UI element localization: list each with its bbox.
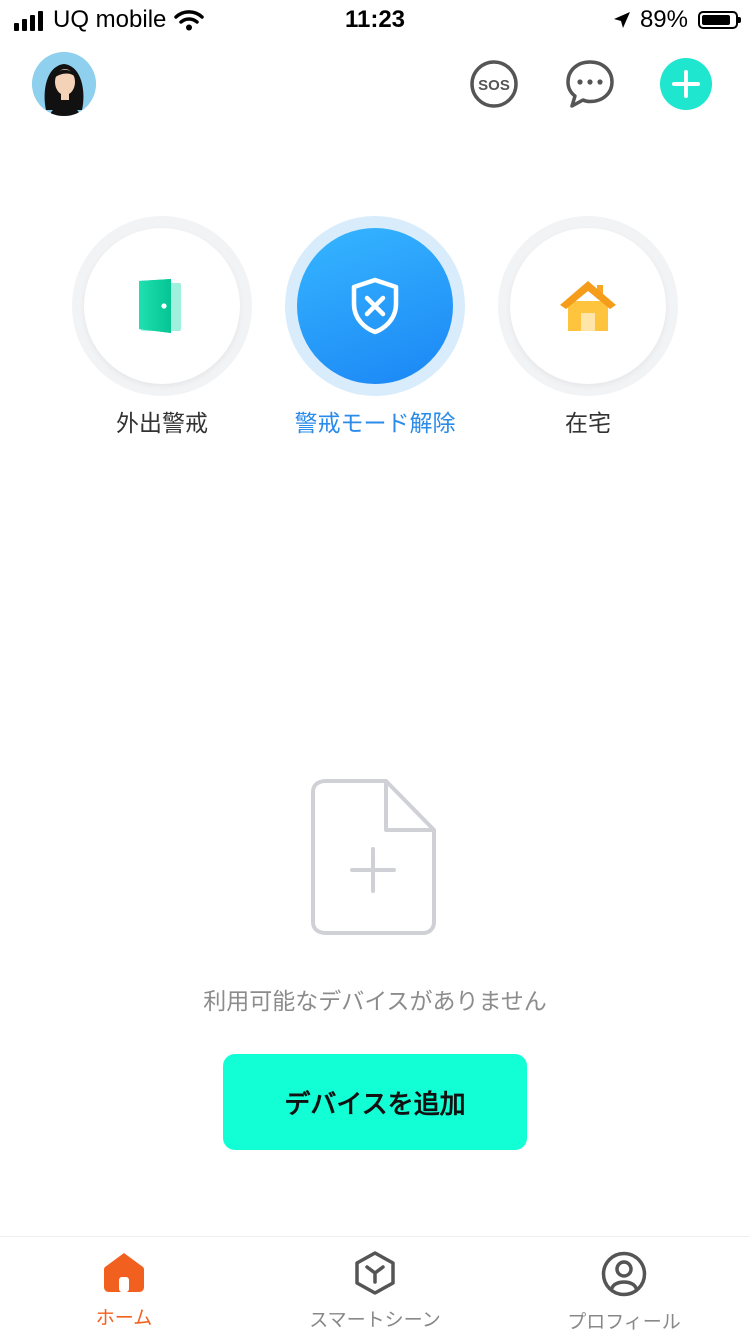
profile-icon — [601, 1251, 647, 1297]
sos-text: SOS — [478, 77, 510, 94]
mode-disarm-label: 警戒モード解除 — [294, 411, 456, 437]
sos-button[interactable]: SOS — [468, 58, 520, 110]
empty-state-illustration — [308, 778, 438, 942]
add-button[interactable] — [660, 58, 712, 110]
empty-state-message: 利用可能なデバイスがありません — [203, 989, 547, 1015]
chat-bubble-icon — [566, 60, 614, 108]
location-arrow-icon — [613, 12, 630, 28]
mode-home-ring — [498, 216, 678, 396]
mode-home-label: 在宅 — [565, 411, 611, 437]
add-device-button[interactable]: デバイスを追加 — [223, 1054, 527, 1150]
shield-x-icon — [351, 277, 399, 335]
messages-button[interactable] — [564, 58, 616, 110]
tab-profile[interactable]: プロフィール — [534, 1251, 714, 1334]
status-bar: UQ mobile 11:23 89% — [0, 0, 750, 40]
add-file-icon — [311, 779, 436, 935]
tab-profile-label: プロフィール — [567, 1311, 681, 1333]
tab-smart-scene[interactable]: スマートシーン — [285, 1251, 465, 1332]
mode-away-label: 外出警戒 — [116, 411, 208, 437]
plus-icon — [672, 70, 700, 98]
house-icon — [560, 281, 616, 331]
home-icon — [104, 1253, 144, 1292]
battery-icon — [698, 11, 741, 29]
mode-home[interactable]: 在宅 — [498, 216, 678, 438]
door-icon — [139, 279, 181, 333]
mode-away[interactable]: 外出警戒 — [72, 216, 252, 438]
bottom-tab-bar: ホーム スマートシーン プロフィール — [0, 1236, 750, 1335]
sos-icon: SOS — [470, 60, 518, 108]
tab-smart-scene-label: スマートシーン — [309, 1309, 441, 1331]
battery-percent: 89% — [639, 6, 688, 33]
battery-level — [702, 15, 731, 25]
avatar-image — [32, 52, 96, 116]
mode-away-ring — [72, 216, 252, 396]
scene-cube-icon — [355, 1251, 395, 1295]
tab-home[interactable]: ホーム — [34, 1251, 214, 1330]
mode-disarm-ring — [285, 216, 465, 396]
tab-home-label: ホーム — [95, 1307, 153, 1329]
mode-away-circle — [84, 228, 240, 384]
mode-disarm[interactable]: 警戒モード解除 — [285, 216, 465, 438]
mode-disarm-circle — [297, 228, 453, 384]
mode-home-circle — [510, 228, 666, 384]
status-right: 89% — [612, 6, 741, 34]
user-avatar[interactable] — [32, 52, 96, 116]
